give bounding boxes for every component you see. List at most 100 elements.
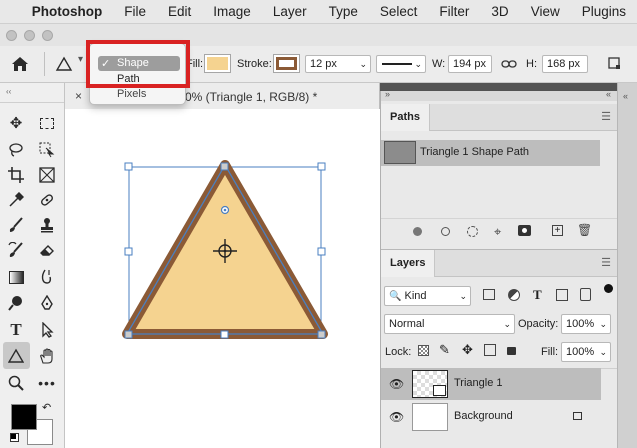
triangle-tool-preset-icon[interactable] bbox=[55, 56, 73, 72]
make-work-path-icon[interactable]: ⌖ bbox=[494, 224, 501, 240]
move-tool-icon[interactable]: ✥ bbox=[5, 112, 27, 134]
triangle-shape[interactable] bbox=[65, 109, 380, 448]
lock-all-icon[interactable] bbox=[507, 347, 516, 355]
stroke-width-field[interactable]: 12 px ⌄ bbox=[305, 55, 371, 73]
brush-tool-icon[interactable] bbox=[5, 214, 27, 236]
pen-tool-icon[interactable] bbox=[36, 292, 58, 314]
crop-tool-icon[interactable] bbox=[5, 164, 27, 186]
layer-thumbnail bbox=[412, 370, 448, 398]
filter-adjustment-layer-icon[interactable] bbox=[508, 289, 520, 301]
fill-opacity-field[interactable]: 100% ⌄ bbox=[561, 342, 611, 362]
document-canvas[interactable] bbox=[65, 109, 380, 448]
layers-tab[interactable]: Layers bbox=[381, 250, 436, 277]
dodge-tool-icon[interactable] bbox=[5, 292, 27, 314]
menu-file[interactable]: File bbox=[113, 4, 157, 19]
healing-brush-tool-icon[interactable] bbox=[36, 189, 58, 211]
filter-toggle-icon[interactable] bbox=[604, 284, 613, 293]
frame-tool-icon[interactable] bbox=[36, 164, 58, 186]
filter-shape-layer-icon[interactable] bbox=[556, 289, 568, 301]
lock-image-pixels-icon[interactable]: ✎ bbox=[439, 342, 450, 358]
blend-mode-dropdown[interactable]: Normal ⌄ bbox=[384, 314, 515, 334]
clone-stamp-tool-icon[interactable] bbox=[36, 214, 58, 236]
toolbar-collapse-icon[interactable]: ‹‹ bbox=[6, 87, 11, 96]
lock-position-icon[interactable]: ✥ bbox=[462, 342, 473, 358]
layers-panel-menu-icon[interactable]: ☰ bbox=[601, 256, 611, 269]
app-menu[interactable]: Photoshop bbox=[26, 4, 114, 19]
menu-type[interactable]: Type bbox=[318, 4, 369, 19]
blur-tool-icon[interactable] bbox=[36, 266, 58, 288]
path-selection-tool-icon[interactable] bbox=[36, 319, 58, 341]
right-dock: « bbox=[617, 83, 637, 448]
stroke-width-value: 12 px bbox=[310, 58, 337, 70]
paths-panel-header: Paths ☰ bbox=[381, 104, 617, 131]
preset-chevron-icon[interactable]: ▾ bbox=[78, 54, 83, 65]
tools-panel: ‹‹ ✥ T ••• ↶ bbox=[0, 83, 65, 448]
menu-layer[interactable]: Layer bbox=[262, 4, 318, 19]
filter-type-layer-icon[interactable]: T bbox=[533, 287, 542, 303]
swap-colors-icon[interactable]: ↶ bbox=[42, 401, 51, 414]
default-colors-icon[interactable] bbox=[10, 433, 19, 442]
panel-collapse-icon[interactable]: « bbox=[606, 89, 611, 99]
right-dock-collapse-icon[interactable]: « bbox=[623, 91, 628, 101]
add-mask-icon[interactable] bbox=[518, 225, 531, 236]
link-dimensions-icon[interactable] bbox=[501, 58, 517, 70]
load-path-as-selection-icon[interactable] bbox=[467, 226, 478, 237]
filter-pixel-layer-icon[interactable] bbox=[483, 289, 495, 300]
fill-swatch[interactable] bbox=[204, 54, 231, 73]
marquee-tool-icon[interactable] bbox=[36, 112, 58, 134]
stroke-path-icon[interactable] bbox=[441, 227, 450, 236]
delete-path-icon[interactable]: 🗑 bbox=[577, 223, 592, 237]
stroke-swatch[interactable] bbox=[273, 54, 300, 73]
layers-panel-header: Layers ☰ bbox=[381, 250, 617, 277]
lock-transparent-pixels-icon[interactable] bbox=[418, 345, 429, 356]
stroke-line-preview bbox=[382, 63, 412, 65]
create-new-path-icon[interactable]: + bbox=[552, 225, 563, 236]
height-field[interactable]: 168 px bbox=[542, 55, 588, 73]
close-document-icon[interactable]: × bbox=[75, 89, 82, 103]
menu-view[interactable]: View bbox=[520, 4, 571, 19]
layer-name: Background bbox=[454, 410, 513, 422]
layer-visibility-icon[interactable]: 👁 bbox=[389, 377, 404, 391]
fill-path-icon[interactable] bbox=[413, 227, 422, 236]
close-window-button[interactable] bbox=[6, 30, 17, 41]
lasso-tool-icon[interactable] bbox=[5, 139, 27, 161]
layer-visibility-icon[interactable]: 👁 bbox=[389, 410, 404, 424]
zoom-window-button[interactable] bbox=[42, 30, 53, 41]
menu-image[interactable]: Image bbox=[202, 4, 262, 19]
eyedropper-tool-icon[interactable] bbox=[5, 189, 27, 211]
path-row[interactable]: Triangle 1 Shape Path bbox=[381, 140, 600, 166]
gradient-tool-icon[interactable] bbox=[5, 266, 27, 288]
paths-panel-menu-icon[interactable]: ☰ bbox=[601, 110, 611, 123]
lock-artboard-icon[interactable] bbox=[484, 344, 496, 356]
stroke-type-dropdown[interactable]: ⌄ bbox=[376, 55, 426, 73]
home-icon[interactable] bbox=[11, 56, 29, 72]
history-brush-tool-icon[interactable] bbox=[5, 239, 27, 261]
menu-edit[interactable]: Edit bbox=[157, 4, 202, 19]
minimize-window-button[interactable] bbox=[24, 30, 35, 41]
triangle-tool-icon[interactable] bbox=[5, 345, 27, 367]
menu-plugins[interactable]: Plugins bbox=[571, 4, 637, 19]
layer-filter-dropdown[interactable]: 🔍 Kind ⌄ bbox=[384, 286, 471, 306]
dropdown-option-pixels[interactable]: Pixels bbox=[98, 88, 180, 103]
panel-expand-icon[interactable]: » bbox=[385, 89, 390, 99]
menu-select[interactable]: Select bbox=[369, 4, 429, 19]
object-selection-tool-icon[interactable] bbox=[36, 139, 58, 161]
type-tool-icon[interactable]: T bbox=[5, 319, 27, 341]
menu-filter[interactable]: Filter bbox=[428, 4, 480, 19]
opacity-field[interactable]: 100% ⌄ bbox=[561, 314, 611, 334]
more-tools-icon[interactable]: ••• bbox=[36, 372, 58, 394]
layer-row[interactable]: 👁 Background bbox=[381, 401, 601, 433]
stroke-width-chevron-icon: ⌄ bbox=[359, 59, 367, 69]
paths-tab[interactable]: Paths bbox=[381, 104, 430, 131]
path-operations-icon[interactable] bbox=[608, 57, 622, 71]
menu-3d[interactable]: 3D bbox=[480, 4, 519, 19]
foreground-color-swatch[interactable] bbox=[11, 404, 37, 430]
width-label: W: bbox=[432, 58, 446, 70]
eraser-tool-icon[interactable] bbox=[36, 239, 58, 261]
zoom-tool-icon[interactable] bbox=[5, 372, 27, 394]
fill-opacity-label: Fill: bbox=[541, 346, 559, 358]
width-field[interactable]: 194 px bbox=[448, 55, 492, 73]
filter-smart-object-icon[interactable] bbox=[580, 288, 591, 301]
layer-row[interactable]: 👁 Triangle 1 bbox=[381, 368, 601, 400]
hand-tool-icon[interactable] bbox=[36, 345, 58, 367]
